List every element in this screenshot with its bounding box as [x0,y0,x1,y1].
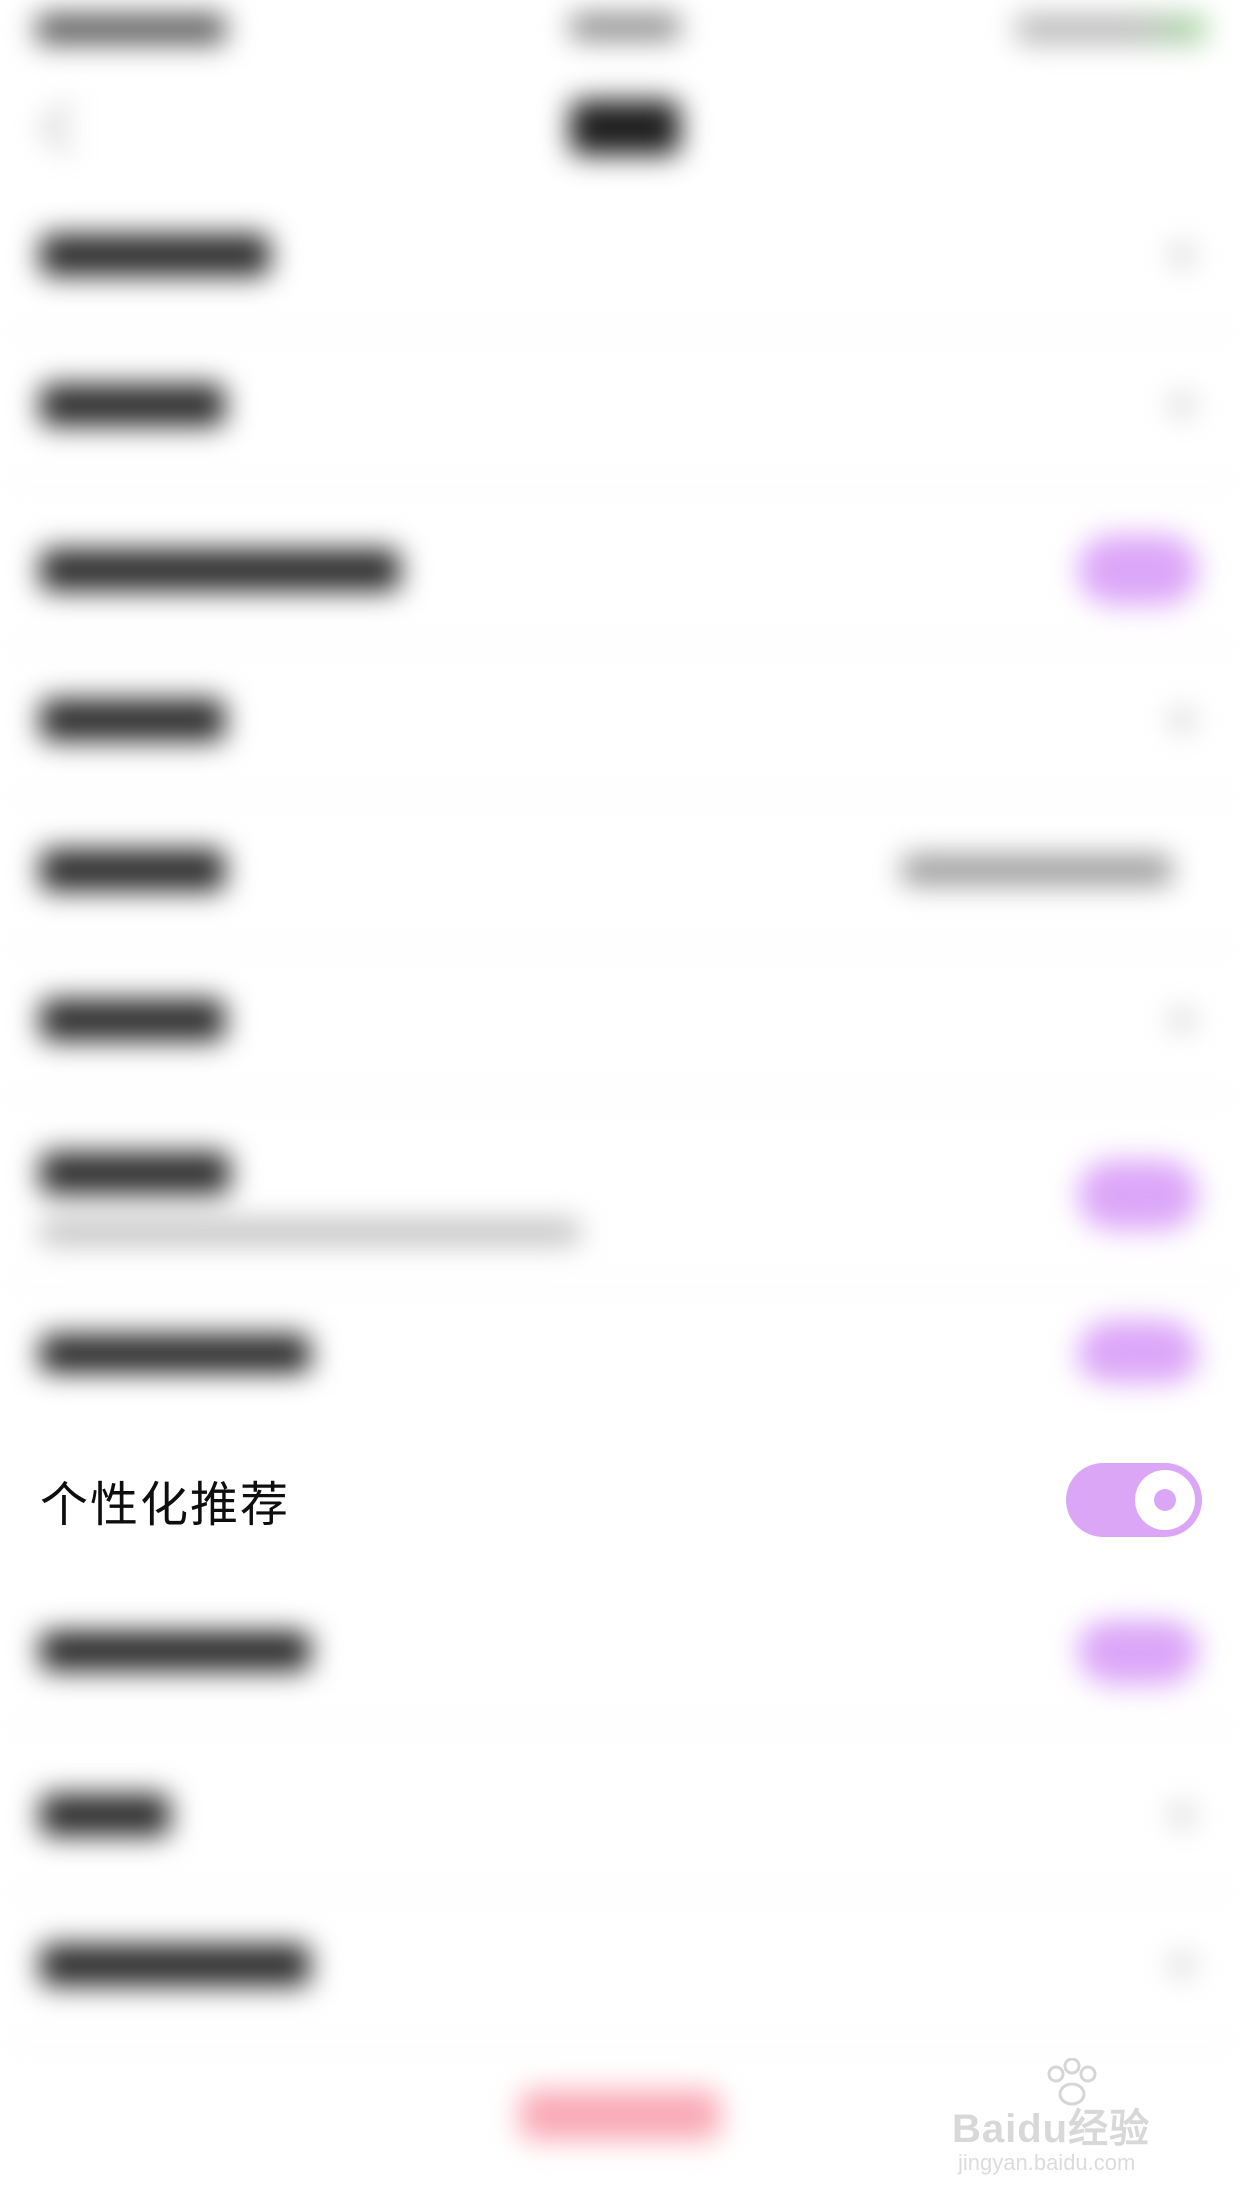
toggle-knob [1135,1470,1195,1530]
status-carrier [570,14,680,40]
settings-row-description [40,1220,580,1244]
settings-row-toggle[interactable] [1078,1160,1198,1230]
nav-title [570,100,680,155]
status-battery-icon [1016,14,1206,44]
chevron-right-icon [1172,1010,1192,1030]
watermark-brand: Baidu经验 [952,2107,1151,2151]
settings-row-10[interactable] [0,1740,1242,1892]
status-time [36,14,226,44]
chevron-right-icon [1172,1805,1192,1825]
settings-row-label [40,1334,310,1376]
settings-row-9[interactable] [0,1575,1242,1727]
settings-row-6[interactable] [0,945,1242,1097]
logout-button[interactable] [520,2090,720,2140]
settings-row-label [40,1944,310,1986]
settings-row-label [40,1629,310,1671]
settings-row-toggle[interactable] [1078,1615,1198,1685]
chevron-right-icon [1172,1955,1192,1975]
watermark-url: jingyan.baidu.com [958,2150,1136,2175]
settings-row-3[interactable] [0,495,1242,647]
toggle-on-dot-icon [1154,1489,1176,1511]
settings-row-label [40,549,400,591]
settings-row-toggle[interactable] [1078,535,1198,605]
personalized-recommendation-row[interactable]: 个性化推荐 [0,1425,1242,1575]
settings-row-8[interactable] [0,1280,1242,1432]
nav-bar [0,70,1242,180]
status-bar [0,0,1242,60]
settings-row-1[interactable] [0,180,1242,332]
settings-row-label [40,384,225,426]
settings-row-label [40,849,225,891]
settings-row-5[interactable] [0,795,1242,947]
personalized-recommendation-label: 个性化推荐 [40,1477,291,1533]
settings-row-value [902,855,1172,885]
chevron-right-icon [1172,395,1192,415]
settings-row-7[interactable] [0,1110,1242,1282]
back-chevron-icon[interactable] [42,102,93,153]
baidu-jingyan-watermark: Baidu经验 jingyan.baidu.com [952,2058,1182,2178]
settings-row-label [40,999,225,1041]
settings-row-label [40,699,225,741]
settings-row-label [40,1152,230,1194]
chevron-right-icon [1172,710,1192,730]
chevron-right-icon [1172,245,1192,265]
settings-row-11[interactable] [0,1890,1242,2042]
settings-row-label [40,234,270,276]
settings-row-2[interactable] [0,330,1242,482]
settings-row-toggle[interactable] [1078,1320,1198,1390]
blurred-background [0,0,1242,2208]
settings-row-4[interactable] [0,645,1242,797]
settings-row-label [40,1794,170,1836]
personalized-recommendation-toggle[interactable] [1066,1463,1202,1537]
